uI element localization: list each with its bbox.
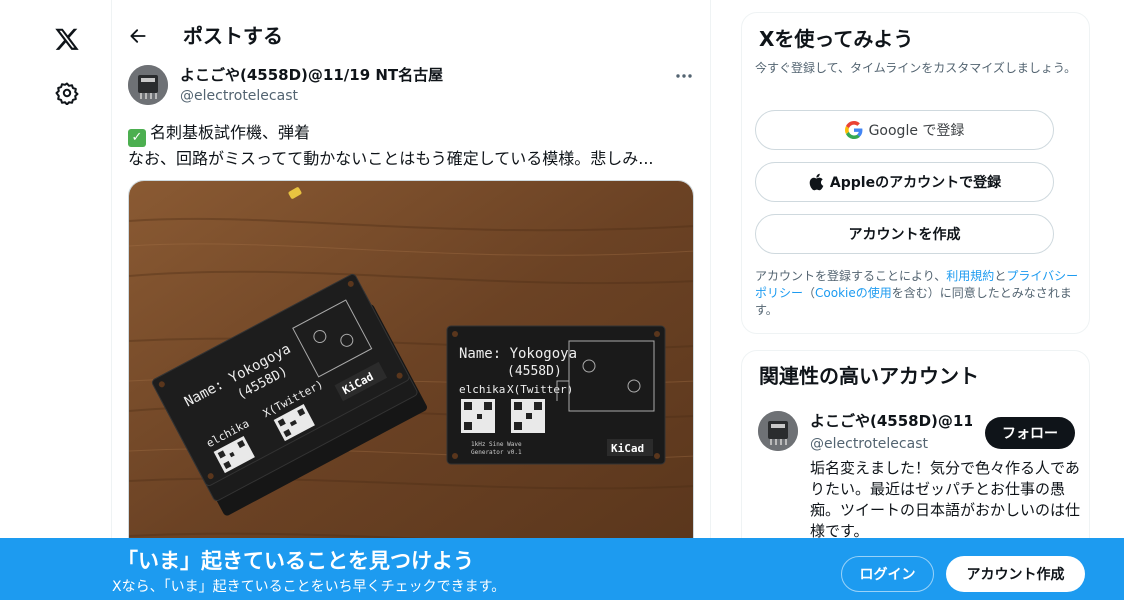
- post-text-line-1: 名刺基板試作機、弾着: [150, 123, 311, 142]
- related-avatar[interactable]: [758, 411, 798, 451]
- apple-signup-label: Appleのアカウントで登録: [829, 175, 1002, 191]
- author-handle[interactable]: @electrotelecast: [180, 86, 298, 106]
- signup-description: 今すぐ登録して、タイムラインをカスタマイズしましょう。: [755, 61, 1077, 75]
- signup-title: Xを使ってみよう: [759, 27, 914, 51]
- google-signup-label: Google で登録: [868, 123, 965, 139]
- google-icon: [844, 121, 863, 139]
- related-account-bio: 垢名変えました！気分で色々作る人でありたい。最近はゼッパチとお仕事の愚痴。ツイー…: [810, 459, 1081, 540]
- more-dots-icon[interactable]: [672, 66, 696, 86]
- follow-button[interactable]: フォロー: [985, 417, 1075, 449]
- login-button[interactable]: ログイン: [841, 556, 934, 592]
- create-account-button[interactable]: アカウントを作成: [755, 214, 1054, 254]
- gear-icon[interactable]: [53, 79, 81, 107]
- avatar[interactable]: [128, 65, 168, 105]
- banner-create-account-button[interactable]: アカウント作成: [946, 556, 1085, 592]
- apple-icon: [809, 173, 824, 191]
- google-signup-button[interactable]: Google で登録: [755, 110, 1054, 150]
- x-logo-icon[interactable]: [50, 22, 84, 56]
- banner-subtitle: Xなら、「いま」起きていることをいち早くチェックできます。: [112, 579, 506, 595]
- card2-right-label: X(Twitter): [507, 383, 573, 396]
- related-title: 関連性の高いアカウント: [759, 364, 979, 388]
- cookie-use-link[interactable]: Cookieの使用: [815, 286, 892, 300]
- terms-of-service-link[interactable]: 利用規約: [946, 269, 994, 283]
- related-account-handle[interactable]: @electrotelecast: [810, 434, 928, 454]
- card2-small-text: 1kHz Sine Wave: [471, 441, 522, 448]
- post-text: ✓ 名刺基板試作機、弾着 なお、回路がミスってて動かないことはもう確定している模様…: [128, 121, 698, 171]
- banner-title: 「いま」起きていることを見つけよう: [117, 549, 474, 573]
- terms-and: と: [994, 269, 1007, 283]
- checkmark-icon: ✓: [128, 129, 146, 147]
- page-title: ポストする: [183, 24, 283, 48]
- post-image[interactable]: Name: Yokogoya (4558D) elchika X(Twitter…: [128, 180, 694, 560]
- card2-left-label: elchika: [459, 383, 505, 396]
- main-column: ポストする よこごや(4558D)@11/19 NT名古屋 @electrote…: [112, 0, 711, 600]
- signup-banner: 「いま」起きていることを見つけよう Xなら、「いま」起きていることをいち早くチェ…: [0, 538, 1124, 600]
- card2-name-text: Name: Yokogoya: [459, 346, 577, 362]
- terms-prefix: アカウントを登録することにより、: [755, 269, 947, 283]
- card2-sub-text: (4558D): [507, 364, 562, 379]
- post-text-line-2: なお、回路がミスってて動かないことはもう確定している模様。悲しみ...: [128, 149, 654, 168]
- apple-signup-button[interactable]: Appleのアカウントで登録: [755, 162, 1054, 202]
- signup-card: Xを使ってみよう 今すぐ登録して、タイムラインをカスタマイズしましょう。 Goo…: [741, 12, 1090, 334]
- terms-text: アカウントを登録することにより、利用規約とプライバシーポリシー（Cookieの使…: [755, 268, 1085, 319]
- related-account-name[interactable]: よこごや(4558D)@11/19 NT名古屋: [810, 411, 972, 431]
- author-name[interactable]: よこごや(4558D)@11/19 NT名古屋: [180, 65, 443, 85]
- left-nav: [0, 0, 112, 600]
- card2-logo-text: KiCad: [611, 442, 644, 455]
- arrow-left-icon[interactable]: [126, 22, 150, 50]
- terms-paren: （: [803, 286, 816, 300]
- top-bar: ポストする: [112, 0, 710, 56]
- card2-small-text-2: Generator v0.1: [471, 449, 522, 456]
